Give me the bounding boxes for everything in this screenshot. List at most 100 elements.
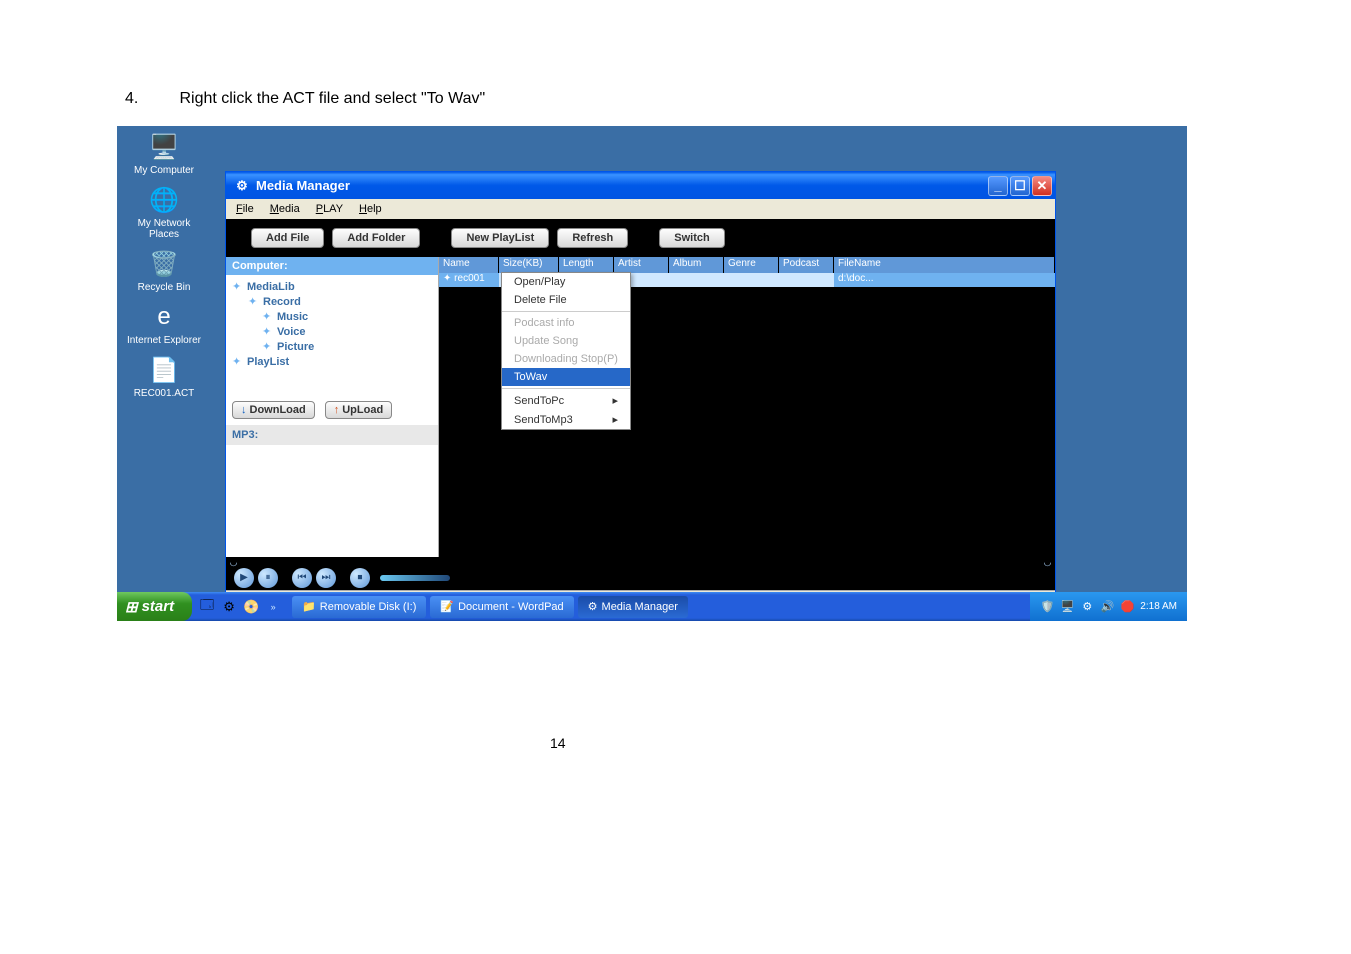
windows-logo-icon: ⊞ xyxy=(125,598,138,616)
tree-picture[interactable]: ✦Picture xyxy=(262,339,432,354)
refresh-button[interactable]: Refresh xyxy=(557,228,628,248)
rec001-icon[interactable]: 📄 REC001.ACT xyxy=(124,354,204,399)
row-name: ✦ rec001 xyxy=(439,273,499,287)
start-button[interactable]: ⊞ start xyxy=(117,592,192,621)
player-decoration: ◟◞ ◟◞ xyxy=(226,557,1055,565)
prev-button[interactable]: ⏮ xyxy=(292,568,312,588)
col-album[interactable]: Album xyxy=(669,257,724,273)
mp3-tree[interactable] xyxy=(226,445,438,557)
col-name[interactable]: Name xyxy=(439,257,499,273)
col-filename[interactable]: FileName xyxy=(834,257,1055,273)
col-genre[interactable]: Genre xyxy=(724,257,779,273)
pause-button[interactable]: ⏸ xyxy=(258,568,278,588)
tray-icon3[interactable]: ⚙ xyxy=(1080,600,1094,614)
deco-right: ◟◞ xyxy=(1044,557,1051,565)
quick-launch: 🗔 ⚙ 📀 » xyxy=(192,598,288,616)
recycle-bin-icon[interactable]: 🗑️ Recycle Bin xyxy=(124,248,204,293)
menu-help[interactable]: Help xyxy=(353,201,388,217)
new-playlist-button[interactable]: New PlayList xyxy=(451,228,549,248)
maximize-button[interactable]: ☐ xyxy=(1010,176,1030,196)
taskbar-removable[interactable]: 📁 Removable Disk (I:) xyxy=(292,596,426,618)
screenshot-area: 🖥️ My Computer 🌐 My Network Places 🗑️ Re… xyxy=(117,126,1187,621)
minimize-button[interactable]: _ xyxy=(988,176,1008,196)
toolbar: Add File Add Folder New PlayList Refresh… xyxy=(226,219,1055,257)
arrow-icon: ▸ xyxy=(612,394,618,407)
tree-medialib[interactable]: ✦MediaLib xyxy=(232,279,432,294)
stop-button[interactable]: ⏹ xyxy=(350,568,370,588)
tree-record[interactable]: ✦Record xyxy=(248,294,432,309)
column-headers: Name Size(KB) Length Artist Album Genre … xyxy=(439,257,1055,273)
tree-playlist[interactable]: ✦PlayList xyxy=(232,354,432,369)
tree-music[interactable]: ✦Music xyxy=(262,309,432,324)
clock[interactable]: 2:18 AM xyxy=(1140,601,1177,612)
my-network-label: My Network Places xyxy=(124,218,204,240)
tray-icon5[interactable]: 🛑 xyxy=(1120,600,1134,614)
titlebar[interactable]: ⚙ Media Manager _ ☐ ✕ xyxy=(226,172,1055,199)
context-menu: Open/Play Delete File Podcast info Updat… xyxy=(501,272,631,430)
ctx-podcast: Podcast info xyxy=(502,314,630,332)
ctx-towav[interactable]: ToWav xyxy=(502,368,630,386)
my-computer-icon[interactable]: 🖥️ My Computer xyxy=(124,131,204,176)
my-computer-label: My Computer xyxy=(134,165,194,176)
app-icon: ⚙ xyxy=(234,178,250,194)
window-title: Media Manager xyxy=(256,178,350,193)
ql-more-icon[interactable]: » xyxy=(264,598,282,616)
player-bar: ▶ ⏸ ⏮ ⏭ ⏹ xyxy=(226,565,1055,590)
ctx-openplay[interactable]: Open/Play xyxy=(502,273,630,291)
ie-icon[interactable]: e Internet Explorer xyxy=(124,301,204,346)
computer-tree[interactable]: ✦MediaLib ✦Record ✦Music ✦Voice ✦Picture… xyxy=(226,275,438,395)
col-artist[interactable]: Artist xyxy=(614,257,669,273)
tray-icon1[interactable]: 🛡️ xyxy=(1040,600,1054,614)
taskbar-media-manager[interactable]: ⚙ Media Manager xyxy=(578,596,688,618)
tray-icon4[interactable]: 🔊 xyxy=(1100,600,1114,614)
content-row: Computer: ✦MediaLib ✦Record ✦Music ✦Voic… xyxy=(226,257,1055,557)
add-folder-button[interactable]: Add Folder xyxy=(332,228,420,248)
page-number: 14 xyxy=(550,735,566,751)
menu-file[interactable]: File xyxy=(230,201,260,217)
desktop-icons: 🖥️ My Computer 🌐 My Network Places 🗑️ Re… xyxy=(124,131,204,407)
download-button[interactable]: ↓DownLoad xyxy=(232,401,315,419)
rec001-label: REC001.ACT xyxy=(134,388,195,399)
col-podcast[interactable]: Podcast xyxy=(779,257,834,273)
ql-app2-icon[interactable]: 📀 xyxy=(242,598,260,616)
mp3-header: MP3: xyxy=(226,425,438,445)
col-length[interactable]: Length xyxy=(559,257,614,273)
recycle-bin-label: Recycle Bin xyxy=(138,282,191,293)
upload-button[interactable]: ↑UpLoad xyxy=(325,401,392,419)
my-network-places-icon[interactable]: 🌐 My Network Places xyxy=(124,184,204,240)
taskbar: ⊞ start 🗔 ⚙ 📀 » 📁 Removable Disk (I:) 📝 … xyxy=(117,592,1187,621)
ql-app1-icon[interactable]: ⚙ xyxy=(220,598,238,616)
switch-button[interactable]: Switch xyxy=(659,228,724,248)
menu-play[interactable]: PLAY xyxy=(310,201,349,217)
next-button[interactable]: ⏭ xyxy=(316,568,336,588)
menubar: File Media PLAY Help xyxy=(226,199,1055,219)
ctx-update: Update Song xyxy=(502,332,630,350)
volume-slider[interactable] xyxy=(380,575,450,581)
instruction-line: 4. Right click the ACT file and select "… xyxy=(125,90,485,108)
taskbar-wordpad[interactable]: 📝 Document - WordPad xyxy=(430,596,573,618)
system-tray: 🛡️ 🖥️ ⚙ 🔊 🛑 2:18 AM xyxy=(1030,592,1187,621)
ctx-delete[interactable]: Delete File xyxy=(502,291,630,309)
right-panel: Name Size(KB) Length Artist Album Genre … xyxy=(439,257,1055,557)
tree-voice[interactable]: ✦Voice xyxy=(262,324,432,339)
deco-left: ◟◞ xyxy=(230,557,237,565)
left-panel: Computer: ✦MediaLib ✦Record ✦Music ✦Voic… xyxy=(226,257,439,557)
instruction-number: 4. xyxy=(125,90,175,108)
computer-header: Computer: xyxy=(226,257,438,275)
media-manager-window: ⚙ Media Manager _ ☐ ✕ File Media PLAY He… xyxy=(225,171,1056,604)
tray-icon2[interactable]: 🖥️ xyxy=(1060,600,1074,614)
ie-label: Internet Explorer xyxy=(127,335,201,346)
play-button[interactable]: ▶ xyxy=(234,568,254,588)
col-size[interactable]: Size(KB) xyxy=(499,257,559,273)
close-button[interactable]: ✕ xyxy=(1032,176,1052,196)
ctx-sendtopc[interactable]: SendToPc▸ xyxy=(502,391,630,410)
window-controls: _ ☐ ✕ xyxy=(988,176,1052,196)
ctx-sendtomp3[interactable]: SendToMp3▸ xyxy=(502,410,630,429)
ql-desktop-icon[interactable]: 🗔 xyxy=(198,598,216,616)
ctx-dlstop: Downloading Stop(P) xyxy=(502,350,630,368)
add-file-button[interactable]: Add File xyxy=(251,228,324,248)
instruction-text: Right click the ACT file and select "To … xyxy=(179,90,485,107)
arrow-icon: ▸ xyxy=(612,413,618,426)
menu-media[interactable]: Media xyxy=(264,201,306,217)
row-filename: d:\doc... xyxy=(834,273,1055,287)
